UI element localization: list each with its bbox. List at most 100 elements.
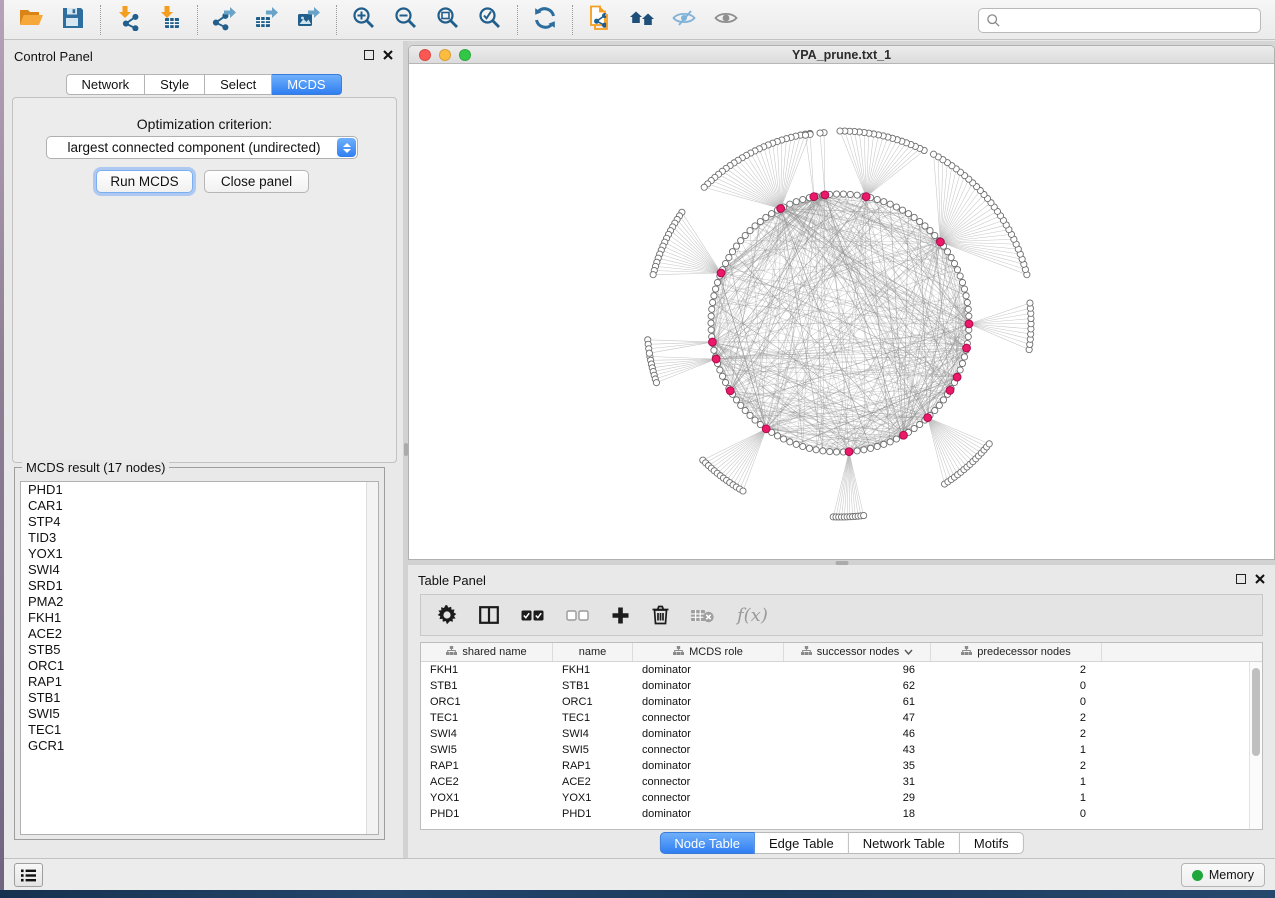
mcds-hub-node[interactable] (862, 193, 870, 201)
network-node[interactable] (922, 223, 928, 229)
open-file-button[interactable] (15, 4, 47, 36)
network-node[interactable] (742, 407, 748, 413)
network-node[interactable] (840, 191, 846, 197)
network-node[interactable] (847, 191, 853, 197)
cell-successor-nodes[interactable]: 18 (784, 808, 931, 820)
network-node[interactable] (719, 373, 725, 379)
network-node[interactable] (710, 299, 716, 305)
export-table-button[interactable] (251, 4, 283, 36)
cell-name[interactable]: RAP1 (553, 760, 633, 772)
network-node[interactable] (944, 249, 950, 255)
network-node[interactable] (787, 201, 793, 207)
mcds-result-item[interactable]: STB5 (21, 642, 378, 658)
network-node[interactable] (861, 447, 867, 453)
mcds-hub-node[interactable] (965, 320, 973, 328)
cell-MCDS-role[interactable]: dominator (633, 696, 784, 708)
mcds-hub-node[interactable] (777, 205, 785, 213)
cell-MCDS-role[interactable]: connector (633, 712, 784, 724)
network-node[interactable] (711, 293, 717, 299)
column-header-predecessor-nodes[interactable]: predecessor nodes (931, 643, 1102, 661)
memory-button[interactable]: Memory (1181, 863, 1265, 887)
network-node[interactable] (940, 397, 946, 403)
cell-shared-name[interactable]: PHD1 (421, 808, 553, 820)
network-node[interactable] (911, 214, 917, 220)
mcds-hub-node[interactable] (762, 425, 770, 433)
network-node[interactable] (861, 512, 867, 518)
cell-name[interactable]: SWI5 (553, 744, 633, 756)
network-node[interactable] (763, 214, 769, 220)
refresh-button[interactable] (529, 4, 561, 36)
first-neighbors-button[interactable] (626, 4, 658, 36)
tab-network-table[interactable]: Network Table (849, 832, 960, 854)
network-node[interactable] (820, 448, 826, 454)
mcds-hub-node[interactable] (963, 344, 971, 352)
cell-predecessor-nodes[interactable]: 1 (931, 776, 1102, 788)
mcds-list-scrollbar[interactable] (366, 482, 378, 834)
network-node[interactable] (954, 267, 960, 273)
network-node[interactable] (740, 488, 746, 494)
network-node[interactable] (959, 360, 965, 366)
cell-successor-nodes[interactable]: 35 (784, 760, 931, 772)
show-all-button[interactable] (710, 4, 742, 36)
network-node[interactable] (986, 441, 992, 447)
hide-selected-button[interactable] (668, 4, 700, 36)
network-node[interactable] (780, 436, 786, 442)
mcds-hub-node[interactable] (953, 373, 961, 381)
close-panel-icon[interactable] (383, 50, 393, 60)
settings-gear-button[interactable] (437, 601, 457, 629)
network-node[interactable] (752, 223, 758, 229)
network-node[interactable] (757, 218, 763, 224)
vertical-splitter-handle[interactable] (404, 443, 408, 456)
cell-predecessor-nodes[interactable]: 1 (931, 744, 1102, 756)
network-window-titlebar[interactable]: YPA_prune.txt_1 (409, 46, 1274, 64)
network-node[interactable] (887, 439, 893, 445)
network-node[interactable] (932, 407, 938, 413)
network-node[interactable] (911, 425, 917, 431)
cell-predecessor-nodes[interactable]: 2 (931, 664, 1102, 676)
network-node[interactable] (957, 273, 963, 279)
network-node[interactable] (961, 286, 967, 292)
network-node[interactable] (711, 347, 717, 353)
duplicate-network-button[interactable] (584, 4, 616, 36)
network-node[interactable] (733, 243, 739, 249)
cell-shared-name[interactable]: SWI4 (421, 728, 553, 740)
mcds-result-item[interactable]: RAP1 (21, 674, 378, 690)
network-node[interactable] (717, 367, 723, 373)
column-header-shared-name[interactable]: shared name (421, 643, 553, 661)
run-mcds-button[interactable]: Run MCDS (96, 170, 193, 193)
network-node[interactable] (653, 380, 659, 386)
network-node[interactable] (733, 397, 739, 403)
mcds-result-item[interactable]: GCR1 (21, 738, 378, 754)
mcds-result-item[interactable]: SRD1 (21, 578, 378, 594)
cell-MCDS-role[interactable]: dominator (633, 680, 784, 692)
cell-shared-name[interactable]: ORC1 (421, 696, 553, 708)
mcds-result-item[interactable]: YOX1 (21, 546, 378, 562)
network-node[interactable] (708, 327, 714, 333)
cell-shared-name[interactable]: STB1 (421, 680, 553, 692)
mcds-result-item[interactable]: ACE2 (21, 626, 378, 642)
zoom-fit-button[interactable] (432, 4, 464, 36)
network-node[interactable] (893, 204, 899, 210)
network-node[interactable] (722, 260, 728, 266)
network-node[interactable] (650, 272, 656, 278)
network-node[interactable] (881, 199, 887, 205)
network-node[interactable] (714, 279, 720, 285)
add-row-button[interactable] (611, 601, 630, 629)
cell-name[interactable]: STB1 (553, 680, 633, 692)
column-header-MCDS-role[interactable]: MCDS role (633, 643, 784, 661)
network-node[interactable] (708, 320, 714, 326)
cell-name[interactable]: ACE2 (553, 776, 633, 788)
cell-shared-name[interactable]: RAP1 (421, 760, 553, 772)
cell-MCDS-role[interactable]: connector (633, 744, 784, 756)
network-node[interactable] (738, 402, 744, 408)
network-node[interactable] (833, 449, 839, 455)
tab-style[interactable]: Style (145, 74, 205, 95)
network-node[interactable] (806, 445, 812, 451)
network-node[interactable] (899, 207, 905, 213)
network-node[interactable] (726, 254, 732, 260)
network-node[interactable] (965, 334, 971, 340)
column-layout-button[interactable] (479, 601, 499, 629)
float-table-panel-icon[interactable] (1236, 574, 1246, 584)
column-header-successor-nodes[interactable]: successor nodes (784, 643, 931, 661)
mcds-hub-node[interactable] (946, 387, 954, 395)
